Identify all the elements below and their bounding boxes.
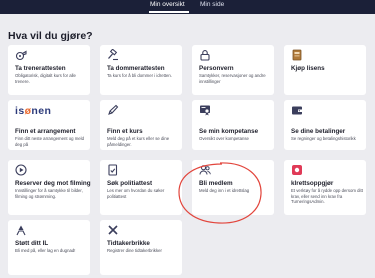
card-title: klrettsoppgjør xyxy=(291,180,334,187)
card-finn-arrangement[interactable]: isønen Finn et arrangement Finn ditt nes… xyxy=(8,100,90,150)
card-title: Se dine betalinger xyxy=(291,128,346,135)
card-title: Finn et arrangement xyxy=(15,128,76,135)
card-tidtakerbrikke[interactable]: Tidtakerbrikke Registrer dine tidtakerbr… xyxy=(100,220,182,275)
card-reserver-filming[interactable]: Reserver deg mot filming Innstillinger f… xyxy=(8,160,91,215)
card-title: Personvern xyxy=(199,65,234,72)
card-description: Registrer dine tidtakerbrikker xyxy=(107,248,162,253)
pencil-icon xyxy=(107,104,119,116)
card-description: Oversikt over kompetanse xyxy=(199,136,249,141)
card-description: Bli med på, eller lag en dugnad! xyxy=(15,248,76,253)
timing-chip-icon xyxy=(107,224,119,236)
tab-min-side[interactable]: Min side xyxy=(200,1,224,8)
card-title: Støtt ditt IL xyxy=(15,240,49,247)
isonen-logo: isønen xyxy=(15,105,52,117)
card-description: Obligatorisk, digitalt kurs for alle tre… xyxy=(15,73,76,84)
klubb-logo-icon xyxy=(291,164,303,176)
card-description: Finn ditt neste arrangement og meld deg … xyxy=(15,136,85,147)
whistle-icon xyxy=(15,49,27,61)
card-title: Bli medlem xyxy=(199,180,233,187)
support-icon xyxy=(15,224,27,236)
active-tab-indicator xyxy=(149,11,189,13)
card-description: Meld deg inn i et idrettslag xyxy=(199,188,250,193)
license-icon xyxy=(291,49,303,61)
people-icon xyxy=(199,164,211,176)
certificate-icon xyxy=(199,104,211,116)
card-description: Les mer om hvordan du søker politiattest xyxy=(107,188,165,199)
page-heading: Hva vil du gjøre? xyxy=(8,30,93,42)
card-se-betalinger[interactable]: Se dine betalinger Se regninger og betal… xyxy=(284,100,366,150)
card-description: Samtykker, reservasjoner og andre innsti… xyxy=(199,73,266,84)
card-se-kompetanse[interactable]: Se min kompetanse Oversikt over kompetan… xyxy=(192,100,274,150)
card-dommerattest[interactable]: Ta dommerattesten Ta kurs for å bli domm… xyxy=(100,45,182,95)
card-description: Et verktøy for å rydde opp dersom ditt k… xyxy=(291,188,363,205)
card-politiattest[interactable]: Søk politiattest Les mer om hvordan du s… xyxy=(100,160,182,215)
video-icon xyxy=(15,164,27,176)
lock-icon xyxy=(199,49,211,61)
document-check-icon xyxy=(107,164,119,176)
card-klrettsoppgjor[interactable]: klrettsoppgjør Et verktøy for å rydde op… xyxy=(284,160,366,215)
card-title: Søk politiattest xyxy=(107,180,153,187)
card-bli-medlem[interactable]: Bli medlem Meld deg inn i et idrettslag xyxy=(192,160,274,215)
card-title: Se min kompetanse xyxy=(199,128,259,135)
card-personvern[interactable]: Personvern Samtykker, reservasjoner og a… xyxy=(192,45,274,95)
card-finn-kurs[interactable]: Finn et kurs Meld deg på et kurs eller s… xyxy=(100,100,182,150)
tab-min-oversikt[interactable]: Min oversikt xyxy=(150,1,185,8)
wallet-icon xyxy=(291,104,303,116)
card-stott-il[interactable]: Støtt ditt IL Bli med på, eller lag en d… xyxy=(8,220,90,275)
card-description: Se regninger og betalingshistorikk xyxy=(291,136,356,141)
card-title: Finn et kurs xyxy=(107,128,143,135)
card-title: Reserver deg mot filming xyxy=(15,180,91,187)
card-trenerattest[interactable]: Ta trenerattesten Obligatorisk, digitalt… xyxy=(8,45,90,95)
card-title: Kjøp lisens xyxy=(291,65,325,72)
card-title: Ta dommerattesten xyxy=(107,65,165,72)
card-title: Tidtakerbrikke xyxy=(107,240,150,247)
card-description: Meld deg på et kurs eller se dine påmeld… xyxy=(107,136,170,147)
card-kjop-lisens[interactable]: Kjøp lisens xyxy=(284,45,366,95)
card-description: Ta kurs for å bli dommer i idretten. xyxy=(107,73,172,78)
gavel-icon xyxy=(107,49,119,61)
card-description: Innstillinger for å samtykke til bilder,… xyxy=(15,188,83,199)
top-navigation: Min oversikt Min side xyxy=(0,0,375,14)
card-title: Ta trenerattesten xyxy=(15,65,66,72)
